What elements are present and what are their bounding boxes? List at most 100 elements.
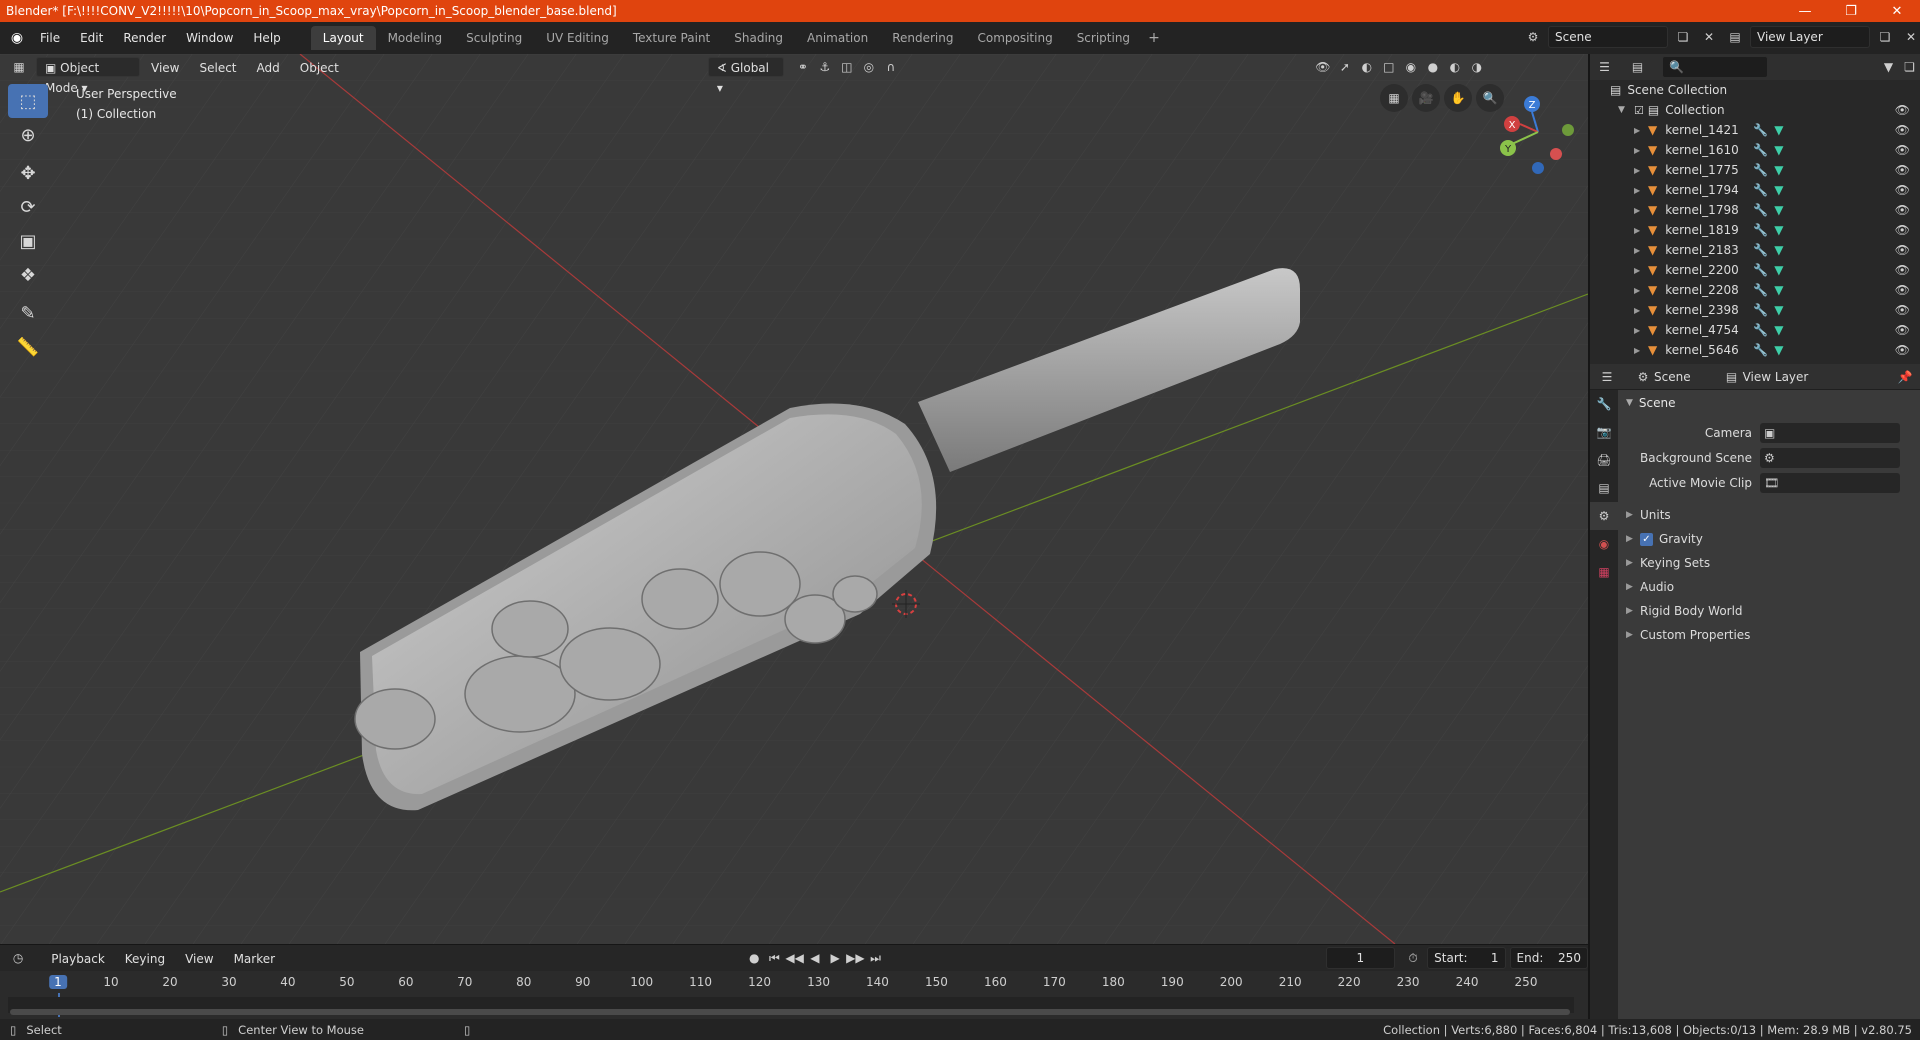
eye-icon[interactable]: 👁 (1895, 143, 1910, 157)
tab-layout[interactable]: Layout (310, 26, 376, 50)
outliner-item[interactable]: ▶ ▼ kernel_1421 🔧 ▼ 👁 (1590, 120, 1920, 140)
close-icon[interactable]: ✕ (1874, 0, 1920, 22)
select-box-tool-icon[interactable]: ⬚ (8, 84, 48, 118)
mesh-data-icon[interactable]: ▼ (1774, 283, 1783, 297)
modifier-wrench-icon[interactable]: 🔧 (1753, 283, 1768, 297)
outliner-item[interactable]: ▶ ▼ kernel_2200 🔧 ▼ 👁 (1590, 260, 1920, 280)
expand-triangle-icon[interactable]: ▶ (1634, 326, 1644, 335)
minimize-icon[interactable]: — (1782, 0, 1828, 22)
eye-icon[interactable]: 👁 (1895, 343, 1910, 357)
scene-panel-header[interactable]: ▼ Scene (1618, 390, 1920, 416)
falloff-icon[interactable]: ∩ (880, 56, 902, 78)
expand-triangle-icon[interactable]: ▶ (1634, 286, 1644, 295)
visibility-icon[interactable]: 👁 (1312, 56, 1334, 78)
grid-view-icon[interactable]: ▦ (1380, 84, 1408, 112)
expand-triangle-icon[interactable]: ▶ (1634, 166, 1644, 175)
current-frame-marker[interactable]: 1 (49, 975, 67, 989)
expand-triangle-icon[interactable]: ▶ (1634, 126, 1644, 135)
jump-end-icon[interactable]: ⏭ (865, 947, 885, 969)
mesh-data-icon[interactable]: ▼ (1774, 343, 1783, 357)
outliner-item[interactable]: ▶ ▼ kernel_1794 🔧 ▼ 👁 (1590, 180, 1920, 200)
expand-triangle-icon[interactable]: ▶ (1634, 246, 1644, 255)
timeline-menu-playback[interactable]: Playback (42, 948, 114, 968)
outliner-item[interactable]: ▶ ▼ kernel_1775 🔧 ▼ 👁 (1590, 160, 1920, 180)
modifier-wrench-icon[interactable]: 🔧 (1753, 223, 1768, 237)
mesh-data-icon[interactable]: ▼ (1774, 243, 1783, 257)
output-properties-icon[interactable]: 🖨 (1590, 446, 1618, 474)
jump-start-icon[interactable]: ⏮ (764, 947, 784, 969)
movie-clip-field[interactable]: 🎞 (1760, 472, 1900, 493)
preview-range-icon[interactable]: ⏱ (1403, 947, 1423, 969)
outliner-editor-type-icon[interactable]: ☰ (1594, 56, 1615, 78)
snap-target-icon[interactable]: ◫ (836, 56, 858, 78)
new-collection-icon[interactable]: ❏ (1899, 56, 1920, 78)
tab-texture-paint[interactable]: Texture Paint (621, 26, 722, 50)
viewport-menu-select[interactable]: Select (190, 57, 245, 77)
eye-icon[interactable]: 👁 (1895, 103, 1910, 117)
outliner-item[interactable]: ▶ ▼ kernel_1819 🔧 ▼ 👁 (1590, 220, 1920, 240)
menu-file[interactable]: File (30, 31, 70, 45)
display-mode-icon[interactable]: ▤ (1627, 56, 1648, 78)
modifier-wrench-icon[interactable]: 🔧 (1753, 303, 1768, 317)
tab-sculpting[interactable]: Sculpting (454, 26, 534, 50)
delete-scene-icon[interactable]: ✕ (1698, 26, 1720, 48)
play-icon[interactable]: ▶ (825, 947, 845, 969)
shading-solid-icon[interactable]: ● (1422, 56, 1444, 78)
viewport-menu-object[interactable]: Object (291, 57, 348, 77)
eye-icon[interactable]: 👁 (1895, 263, 1910, 277)
annotate-tool-icon[interactable]: ✎ (8, 296, 48, 330)
new-view-layer-icon[interactable]: ❏ (1874, 26, 1896, 48)
mesh-data-icon[interactable]: ▼ (1774, 203, 1783, 217)
timeline-menu-view[interactable]: View (176, 948, 222, 968)
gizmo-toggle-icon[interactable]: ➚ (1334, 56, 1356, 78)
outliner-item[interactable]: ▶ ▼ kernel_1798 🔧 ▼ 👁 (1590, 200, 1920, 220)
shading-rendered-icon[interactable]: ◑ (1466, 56, 1488, 78)
view-layer-tab-label[interactable]: View Layer (1743, 370, 1809, 384)
tab-shading[interactable]: Shading (722, 26, 795, 50)
add-workspace-icon[interactable]: + (1142, 30, 1166, 46)
outliner-collection[interactable]: ▼ ☑ ▤ Collection 👁 (1590, 100, 1920, 120)
scene-properties-icon[interactable]: ⚙ (1590, 502, 1618, 530)
expand-triangle-icon[interactable]: ▶ (1634, 226, 1644, 235)
eye-icon[interactable]: 👁 (1895, 243, 1910, 257)
expand-triangle-icon[interactable]: ▶ (1634, 186, 1644, 195)
audio-subpanel[interactable]: ▶ Audio (1618, 575, 1920, 599)
outliner-scene-collection[interactable]: ▤ Scene Collection (1590, 80, 1920, 100)
modifier-wrench-icon[interactable]: 🔧 (1753, 163, 1768, 177)
play-reverse-icon[interactable]: ◀ (805, 947, 825, 969)
outliner-item[interactable]: ▶ ▼ kernel_5646 🔧 ▼ 👁 (1590, 340, 1920, 360)
mesh-data-icon[interactable]: ▼ (1774, 323, 1783, 337)
shading-material-icon[interactable]: ◐ (1444, 56, 1466, 78)
prev-keyframe-icon[interactable]: ◀◀ (785, 947, 805, 969)
modifier-wrench-icon[interactable]: 🔧 (1753, 323, 1768, 337)
mesh-data-icon[interactable]: ▼ (1774, 183, 1783, 197)
transform-orientation-dropdown[interactable]: ∢ Global ▾ (707, 57, 784, 95)
scene-tab-label[interactable]: Scene (1654, 370, 1691, 384)
current-frame-field[interactable]: 1 (1325, 947, 1395, 969)
tab-uv-editing[interactable]: UV Editing (534, 26, 621, 50)
view-layer-icon[interactable]: ▤ (1724, 26, 1746, 48)
pivot-point-icon[interactable]: ⚭ (792, 56, 814, 78)
camera-field[interactable]: ▣ (1760, 422, 1900, 443)
mesh-data-icon[interactable]: ▼ (1774, 223, 1783, 237)
start-frame-field[interactable]: Start: 1 (1427, 947, 1506, 969)
move-tool-icon[interactable]: ✥ (8, 156, 48, 190)
eye-icon[interactable]: 👁 (1895, 183, 1910, 197)
mesh-data-icon[interactable]: ▼ (1774, 303, 1783, 317)
frame-ruler[interactable]: 1 10 20 30 40 50 60 70 80 90 100 110 120 130 140 150 160… (0, 973, 1588, 1017)
outliner-item[interactable]: ▶ ▼ kernel_1610 🔧 ▼ 👁 (1590, 140, 1920, 160)
gravity-checkbox[interactable]: ✓ (1640, 532, 1653, 546)
mesh-data-icon[interactable]: ▼ (1774, 123, 1783, 137)
modifier-wrench-icon[interactable]: 🔧 (1753, 343, 1768, 357)
eye-icon[interactable]: 👁 (1895, 323, 1910, 337)
collection-checkbox-icon[interactable]: ☑ (1634, 104, 1644, 117)
new-scene-icon[interactable]: ❏ (1672, 26, 1694, 48)
eye-icon[interactable]: 👁 (1895, 203, 1910, 217)
cursor-tool-icon[interactable]: ⊕ (8, 118, 48, 152)
keying-sets-subpanel[interactable]: ▶ Keying Sets (1618, 551, 1920, 575)
maximize-icon[interactable]: ❐ (1828, 0, 1874, 22)
3d-viewport[interactable]: ▦ ▣ Object Mode ▾ View Select Add Object… (0, 54, 1588, 944)
expand-triangle-icon[interactable]: ▶ (1634, 266, 1644, 275)
modifier-wrench-icon[interactable]: 🔧 (1753, 203, 1768, 217)
next-keyframe-icon[interactable]: ▶▶ (845, 947, 865, 969)
